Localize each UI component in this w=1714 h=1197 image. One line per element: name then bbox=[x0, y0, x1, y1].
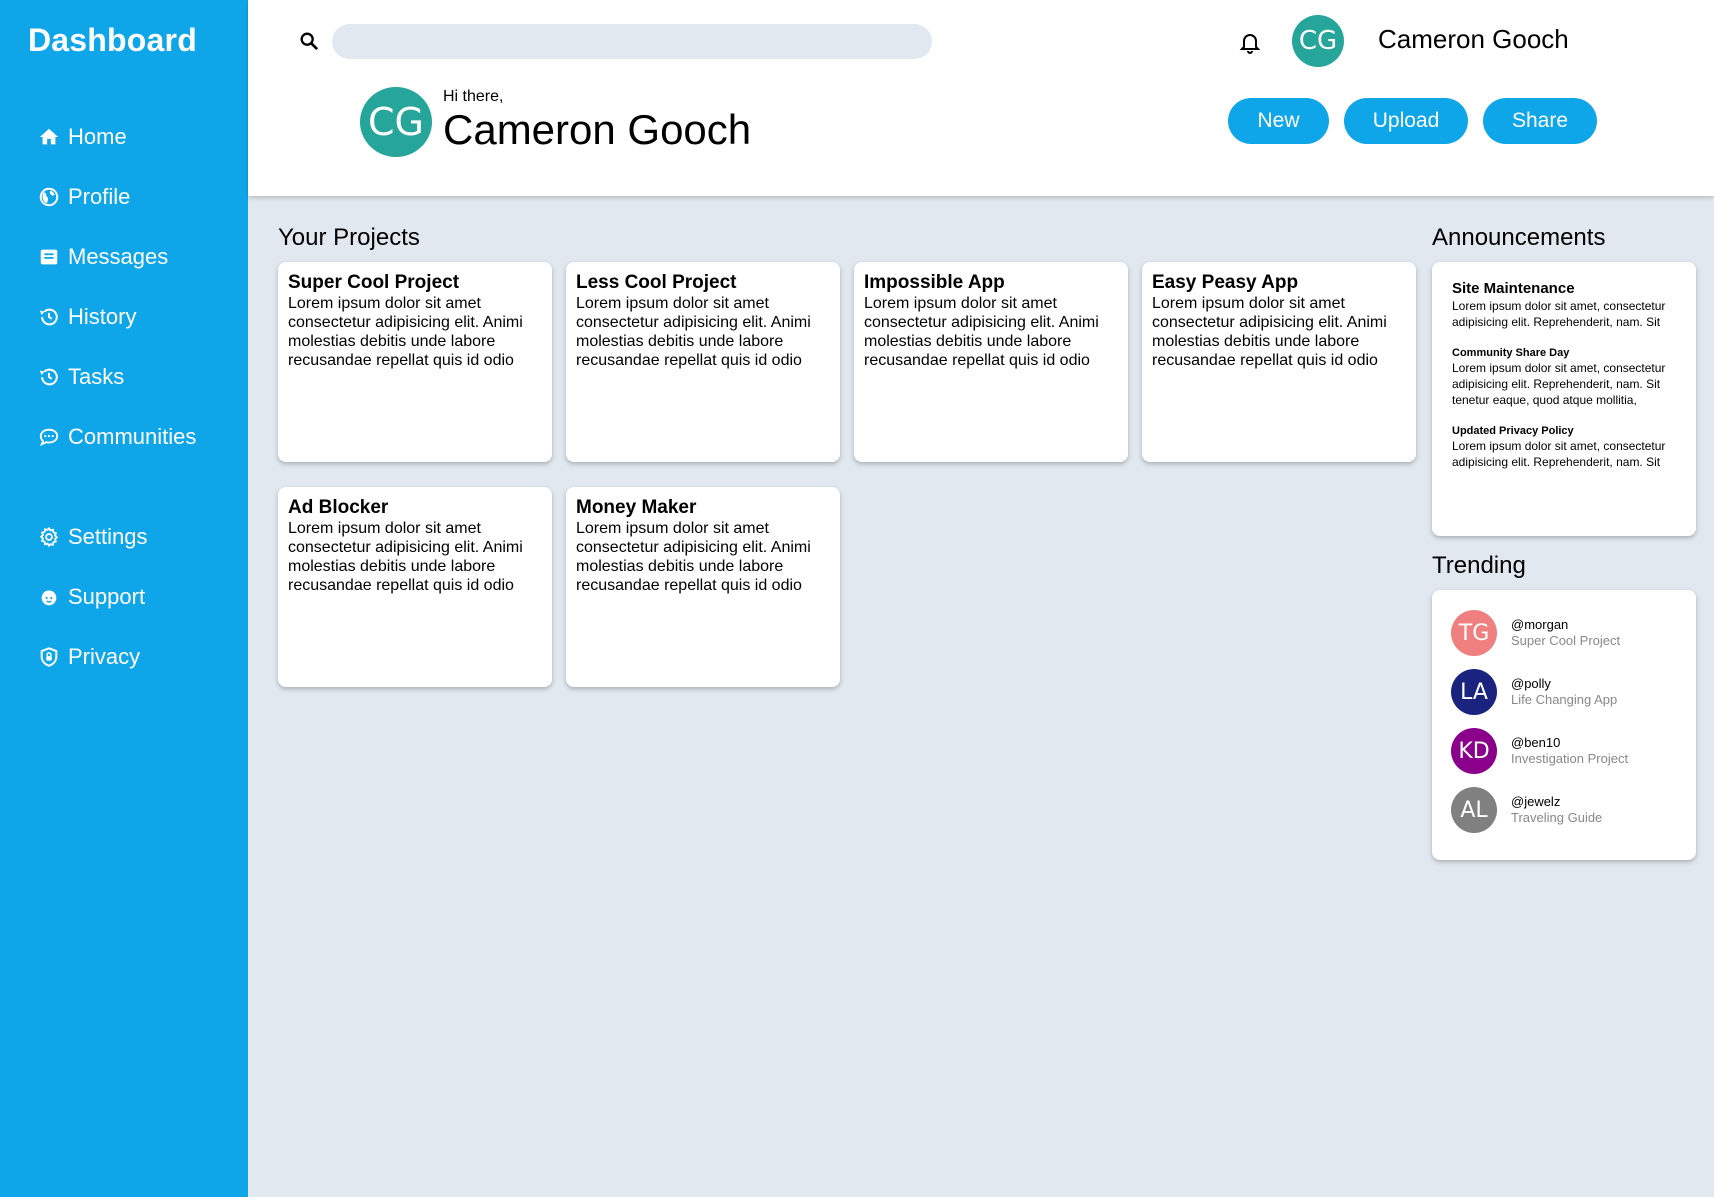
avatar: KD bbox=[1451, 728, 1497, 774]
sidebar-item-settings[interactable]: Settings bbox=[38, 524, 148, 550]
history-icon bbox=[39, 368, 58, 386]
trending-project: Super Cool Project bbox=[1511, 633, 1621, 648]
sidebar-item-tasks[interactable]: Tasks bbox=[38, 364, 124, 390]
sidebar-item-label: Messages bbox=[68, 244, 169, 269]
profile-avatar: CG bbox=[360, 87, 432, 157]
shield-icon bbox=[40, 647, 58, 667]
announcement-body: Lorem ipsum dolor sit amet, consectetur … bbox=[1452, 361, 1666, 407]
trending-handle: @jewelz bbox=[1511, 794, 1561, 809]
new-button[interactable]: New bbox=[1228, 98, 1329, 144]
avatar: LA bbox=[1451, 669, 1497, 715]
project-description: Lorem ipsum dolor sit amet consectetur a… bbox=[864, 295, 1099, 369]
project-description: Lorem ipsum dolor sit amet consectetur a… bbox=[288, 520, 523, 594]
project-title: Ad Blocker bbox=[288, 497, 389, 518]
announcement-title: Community Share Day bbox=[1452, 347, 1570, 359]
project-description: Lorem ipsum dolor sit amet consectetur a… bbox=[576, 520, 811, 594]
trending-item[interactable]: TG @morgan Super Cool Project bbox=[1451, 610, 1677, 656]
project-title: Money Maker bbox=[576, 497, 697, 518]
sidebar-item-history[interactable]: History bbox=[38, 304, 136, 330]
announcement-body: Lorem ipsum dolor sit amet, consectetur … bbox=[1452, 299, 1666, 329]
inbox-icon bbox=[40, 249, 58, 265]
chat-icon bbox=[39, 428, 59, 447]
projects-heading: Your Projects bbox=[278, 224, 420, 251]
project-description: Lorem ipsum dolor sit amet consectetur a… bbox=[1152, 295, 1387, 369]
announcement-title: Site Maintenance bbox=[1452, 280, 1575, 297]
sidebar-item-label: Communities bbox=[68, 424, 197, 449]
announcement-title: Updated Privacy Policy bbox=[1452, 425, 1574, 437]
project-card[interactable]: Less Cool Project Lorem ipsum dolor sit … bbox=[566, 262, 840, 462]
search-input[interactable] bbox=[332, 24, 932, 59]
sidebar-item-support[interactable]: Support bbox=[38, 584, 145, 610]
sidebar-item-label: Home bbox=[68, 124, 127, 149]
project-card[interactable]: Super Cool Project Lorem ipsum dolor sit… bbox=[278, 262, 552, 462]
history-icon bbox=[39, 308, 58, 326]
sidebar-item-label: Profile bbox=[68, 184, 131, 209]
search-icon[interactable] bbox=[298, 30, 320, 52]
project-card[interactable]: Impossible App Lorem ipsum dolor sit ame… bbox=[854, 262, 1128, 462]
globe-icon bbox=[39, 187, 59, 207]
trending-project: Traveling Guide bbox=[1511, 810, 1603, 825]
announcement-body: Lorem ipsum dolor sit amet, consectetur … bbox=[1452, 439, 1666, 469]
trending-heading: Trending bbox=[1432, 552, 1526, 579]
top-header: CG Cameron Gooch CG Hi there, Cameron Go… bbox=[248, 0, 1714, 196]
project-description: Lorem ipsum dolor sit amet consectetur a… bbox=[288, 295, 523, 369]
greeting-text: Hi there, bbox=[443, 88, 504, 105]
hero-user-name: Cameron Gooch bbox=[443, 106, 752, 153]
project-title: Super Cool Project bbox=[288, 272, 460, 293]
gear-icon bbox=[39, 526, 59, 548]
sidebar: Dashboard Home Profile Messages History … bbox=[0, 0, 248, 1197]
sidebar-item-label: Support bbox=[68, 584, 146, 609]
trending-handle: @morgan bbox=[1511, 617, 1569, 632]
upload-button[interactable]: Upload bbox=[1344, 98, 1468, 144]
trending-item[interactable]: LA @polly Life Changing App bbox=[1451, 669, 1677, 715]
avatar[interactable]: CG bbox=[1292, 15, 1344, 67]
share-button[interactable]: Share bbox=[1483, 98, 1597, 144]
trending-handle: @polly bbox=[1511, 676, 1551, 691]
sidebar-item-label: Settings bbox=[68, 524, 148, 549]
announcement-item[interactable]: Updated Privacy Policy Lorem ipsum dolor… bbox=[1452, 424, 1676, 470]
sidebar-item-privacy[interactable]: Privacy bbox=[38, 644, 140, 670]
support-icon bbox=[41, 590, 57, 606]
announcements-heading: Announcements bbox=[1432, 224, 1606, 251]
sidebar-item-label: History bbox=[68, 304, 137, 329]
sidebar-item-label: Tasks bbox=[68, 364, 125, 389]
user-name[interactable]: Cameron Gooch bbox=[1378, 24, 1569, 55]
trending-item[interactable]: AL @jewelz Traveling Guide bbox=[1451, 787, 1677, 833]
sidebar-item-label: Privacy bbox=[68, 644, 141, 669]
avatar: TG bbox=[1451, 610, 1497, 656]
project-card[interactable]: Ad Blocker Lorem ipsum dolor sit amet co… bbox=[278, 487, 552, 687]
sidebar-item-messages[interactable]: Messages bbox=[38, 244, 168, 270]
announcement-item[interactable]: Site Maintenance Lorem ipsum dolor sit a… bbox=[1452, 280, 1676, 330]
sidebar-item-communities[interactable]: Communities bbox=[38, 424, 196, 450]
brand-title[interactable]: Dashboard bbox=[28, 22, 197, 59]
trending-card: TG @morgan Super Cool Project LA @polly … bbox=[1432, 590, 1696, 860]
announcements-card: Site Maintenance Lorem ipsum dolor sit a… bbox=[1432, 262, 1696, 536]
sidebar-item-profile[interactable]: Profile bbox=[38, 184, 130, 210]
avatar: AL bbox=[1451, 787, 1497, 833]
project-title: Less Cool Project bbox=[576, 272, 737, 293]
home-icon bbox=[39, 128, 59, 145]
project-description: Lorem ipsum dolor sit amet consectetur a… bbox=[576, 295, 811, 369]
trending-handle: @ben10 bbox=[1511, 735, 1561, 750]
bell-icon[interactable] bbox=[1238, 30, 1262, 54]
trending-item[interactable]: KD @ben10 Investigation Project bbox=[1451, 728, 1677, 774]
trending-project: Investigation Project bbox=[1511, 751, 1629, 766]
trending-project: Life Changing App bbox=[1511, 692, 1618, 707]
project-title: Impossible App bbox=[864, 272, 1005, 293]
sidebar-item-home[interactable]: Home bbox=[38, 124, 127, 150]
project-card[interactable]: Money Maker Lorem ipsum dolor sit amet c… bbox=[566, 487, 840, 687]
project-title: Easy Peasy App bbox=[1152, 272, 1299, 293]
project-card[interactable]: Easy Peasy App Lorem ipsum dolor sit ame… bbox=[1142, 262, 1416, 462]
announcement-item[interactable]: Community Share Day Lorem ipsum dolor si… bbox=[1452, 346, 1676, 408]
